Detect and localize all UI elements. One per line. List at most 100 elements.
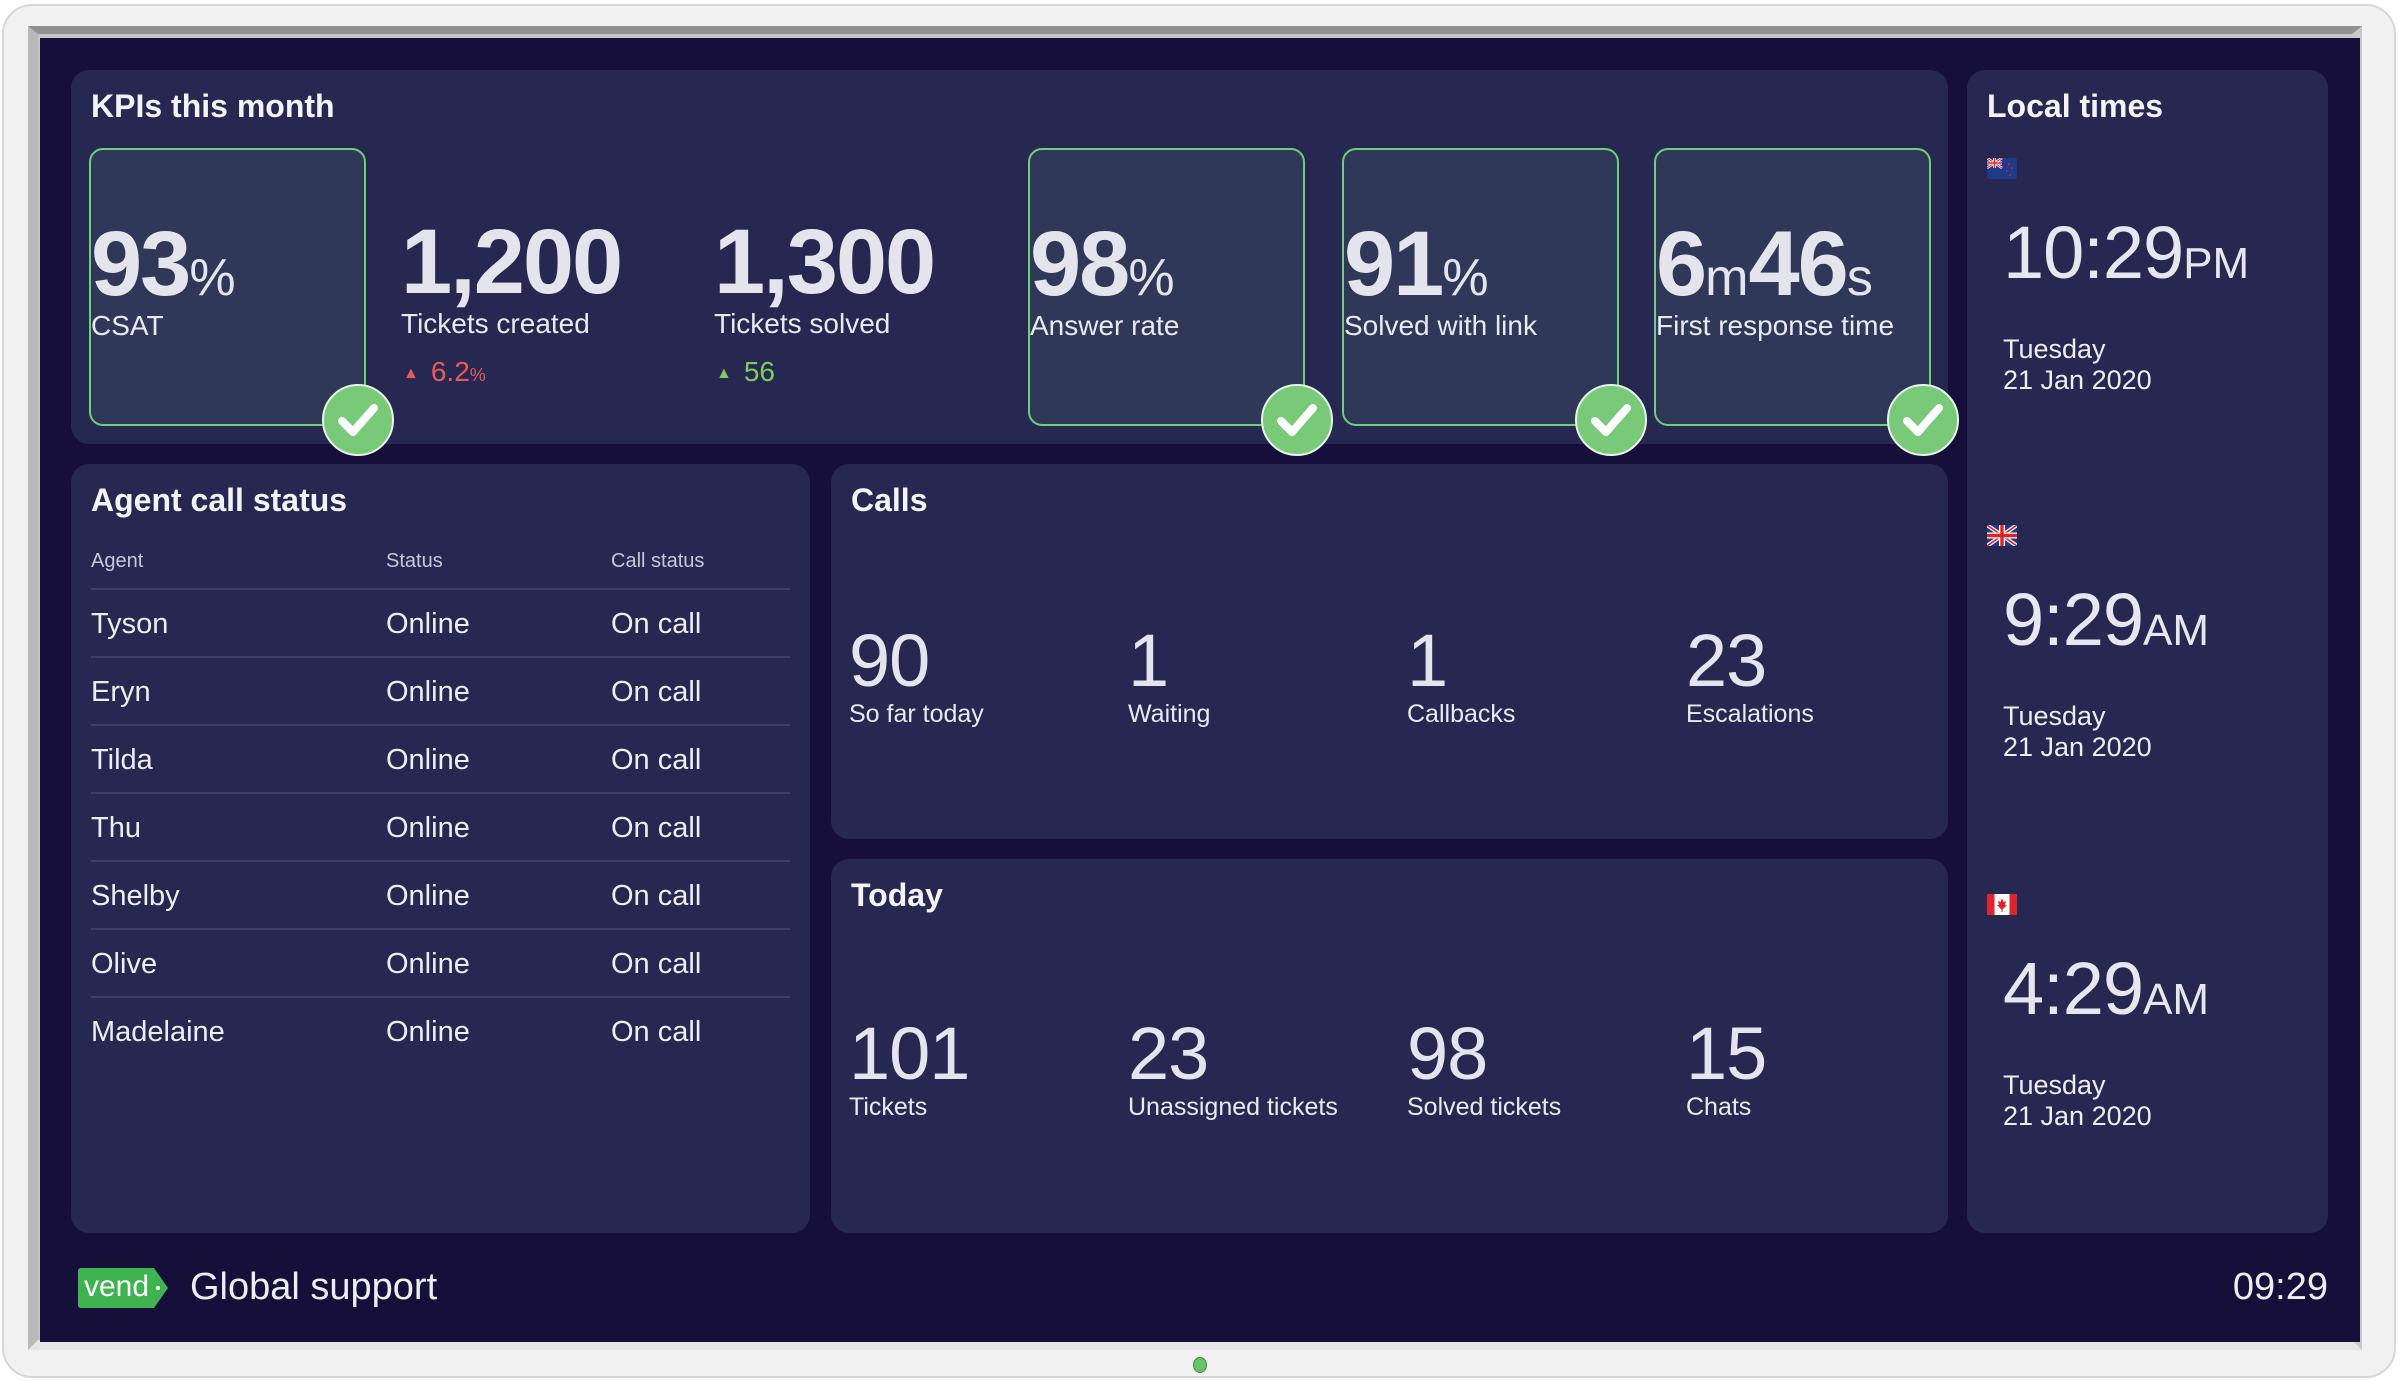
column-header-call-status: Call status (611, 550, 705, 572)
kpi-trend: ▲ 56 (716, 356, 775, 387)
vend-logo: vend (78, 1268, 168, 1308)
agent-status: Online (386, 812, 470, 844)
agent-call-status: On call (611, 948, 702, 980)
kpi-panel: KPIs this month 93% CSAT 1,200 Tickets c… (71, 70, 1959, 456)
kpi-tile-first-response-time: 6m46s First response time (1654, 148, 1959, 456)
kpi-value: 6m46s (1656, 213, 1873, 315)
table-header: Agent Status Call status (91, 542, 790, 590)
stat-tickets: 101 Tickets (849, 1017, 1119, 1122)
stat-value: 23 (1686, 619, 1767, 702)
dashboard-screen: KPIs this month 93% CSAT 1,200 Tickets c… (40, 38, 2360, 1342)
stat-escalations: 23 Escalations (1686, 624, 1956, 729)
agent-call-status: On call (611, 676, 702, 708)
local-date: Tuesday 21 Jan 2020 (2003, 1070, 2152, 1131)
stat-value: 23 (1128, 1012, 1209, 1095)
agent-status: Online (386, 1016, 470, 1048)
agent-name: Shelby (91, 880, 180, 912)
local-times-panel: Local times 10:29PM Tuesday 21 Jan 2020 9… (1967, 70, 2328, 1233)
dashboard-title: Global support (190, 1266, 438, 1308)
local-times-title: Local times (1987, 88, 2164, 124)
new-zealand-flag-icon (1987, 158, 2017, 179)
stat-callbacks: 1 Callbacks (1407, 624, 1677, 729)
power-indicator-light (1193, 1357, 1207, 1373)
agent-name: Tilda (91, 744, 153, 776)
stat-value: 101 (849, 1012, 970, 1095)
stat-label: Escalations (1686, 700, 1814, 728)
trend-up-icon: ▲ (403, 364, 419, 382)
table-row: Tilda Online On call (91, 726, 790, 794)
agent-call-status: On call (611, 812, 702, 844)
agent-call-status-panel: Agent call status Agent Status Call stat… (71, 464, 810, 1233)
agent-status: Online (386, 744, 470, 776)
check-circle-icon (322, 384, 394, 456)
table-row: Olive Online On call (91, 930, 790, 998)
agent-status: Online (386, 676, 470, 708)
calls-panel: Calls 90 So far today 1 Waiting 1 Callba… (831, 464, 1948, 839)
calls-panel-title: Calls (851, 482, 928, 518)
kpi-panel-title: KPIs this month (91, 88, 335, 124)
stat-label: Callbacks (1407, 700, 1516, 728)
kpi-tile-answer-rate: 98% Answer rate (1028, 148, 1333, 456)
table-row: Madelaine Online On call (91, 998, 790, 1064)
stat-value: 1 (1407, 619, 1448, 702)
agent-status: Online (386, 948, 470, 980)
kpi-value: 1,200 (401, 211, 623, 313)
trend-up-icon: ▲ (716, 364, 732, 382)
stat-value: 15 (1686, 1012, 1767, 1095)
agent-name: Eryn (91, 676, 151, 708)
agent-status: Online (386, 880, 470, 912)
kpi-value: 1,300 (714, 211, 936, 313)
kpi-tile-tickets-created: 1,200 Tickets created ▲ 6.2% (401, 148, 678, 426)
today-panel-title: Today (851, 877, 943, 913)
stat-chats: 15 Chats (1686, 1017, 1956, 1122)
local-time: 10:29PM (2003, 211, 2250, 294)
table-row: Thu Online On call (91, 794, 790, 862)
local-date: Tuesday 21 Jan 2020 (2003, 701, 2152, 762)
table-row: Eryn Online On call (91, 658, 790, 726)
local-time: 4:29AM (2003, 947, 2210, 1030)
column-header-status: Status (386, 550, 443, 572)
vend-logo-text: vend (84, 1270, 150, 1303)
kpi-value: 98% (1030, 213, 1175, 315)
agent-table: Agent Status Call status Tyson Online On… (91, 542, 790, 1064)
local-time: 9:29AM (2003, 578, 2210, 661)
stat-value: 90 (849, 619, 930, 702)
agent-call-status: On call (611, 744, 702, 776)
stat-waiting: 1 Waiting (1128, 624, 1398, 729)
kpi-tile-tickets-solved: 1,300 Tickets solved ▲ 56 (714, 148, 991, 426)
kpi-label: Tickets created (401, 308, 590, 339)
stat-label: Tickets (849, 1093, 928, 1121)
kpi-value: 91% (1344, 213, 1489, 315)
stat-label: Solved tickets (1407, 1093, 1562, 1121)
kpi-label: Tickets solved (714, 308, 891, 339)
kpi-label: CSAT (91, 310, 164, 341)
agent-name: Tyson (91, 608, 169, 640)
agent-call-status: On call (611, 880, 702, 912)
column-header-agent: Agent (91, 550, 144, 572)
kpi-tile-csat: 93% CSAT (89, 148, 394, 456)
agent-status: Online (386, 608, 470, 640)
agent-name: Thu (91, 812, 141, 844)
table-row: Shelby Online On call (91, 862, 790, 930)
stat-value: 1 (1128, 619, 1169, 702)
stat-label: Waiting (1128, 700, 1211, 728)
kpi-label: Solved with link (1344, 310, 1537, 341)
table-row: Tyson Online On call (91, 590, 790, 658)
stat-label: Unassigned tickets (1128, 1093, 1338, 1121)
stat-unassigned-tickets: 23 Unassigned tickets (1128, 1017, 1398, 1122)
kpi-tile-solved-with-link: 91% Solved with link (1342, 148, 1647, 456)
canada-flag-icon (1987, 894, 2017, 915)
kpi-value: 93% (91, 213, 236, 315)
check-circle-icon (1575, 384, 1647, 456)
check-circle-icon (1261, 384, 1333, 456)
local-date: Tuesday 21 Jan 2020 (2003, 334, 2152, 395)
kpi-label: Answer rate (1030, 310, 1180, 341)
stat-so-far-today: 90 So far today (849, 624, 1119, 729)
agent-panel-title: Agent call status (91, 482, 348, 518)
today-panel: Today 101 Tickets 23 Unassigned tickets … (831, 859, 1948, 1233)
kpi-label: First response time (1656, 310, 1895, 341)
stat-solved-tickets: 98 Solved tickets (1407, 1017, 1677, 1122)
stat-value: 98 (1407, 1012, 1488, 1095)
stat-label: So far today (849, 700, 984, 728)
stat-label: Chats (1686, 1093, 1752, 1121)
